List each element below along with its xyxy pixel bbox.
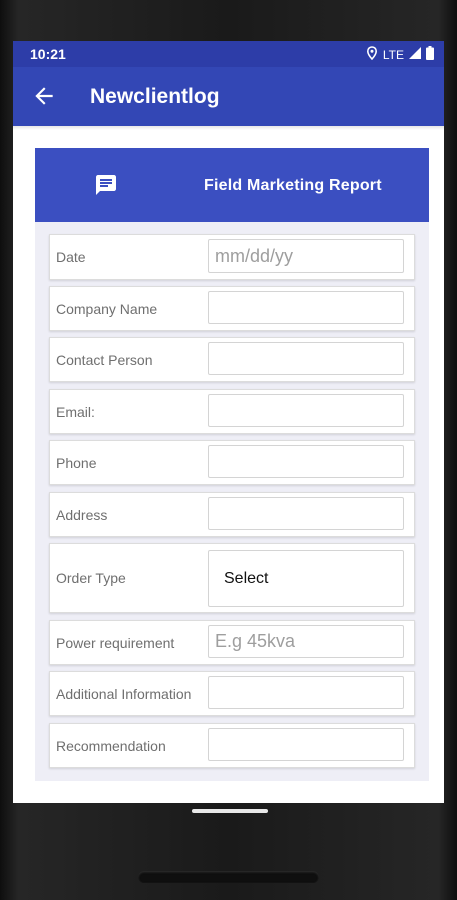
phone-input[interactable] xyxy=(208,445,404,478)
recommendation-label: Recommendation xyxy=(56,737,166,754)
status-time: 10:21 xyxy=(30,46,66,62)
date-input[interactable] xyxy=(208,239,404,273)
battery-icon xyxy=(426,46,434,63)
form-row-order-type: Order Type Select xyxy=(49,543,415,613)
form-row-power: Power requirement xyxy=(49,620,415,665)
phone-chin xyxy=(138,871,319,883)
status-bar: 10:21 LTE xyxy=(13,41,444,67)
phone-label: Phone xyxy=(56,454,97,471)
form-row-recommendation: Recommendation xyxy=(49,723,415,768)
report-card: Field Marketing Report Date Company Name… xyxy=(35,148,429,781)
company-name-input[interactable] xyxy=(208,291,404,324)
app-title: Newclientlog xyxy=(90,85,220,108)
form-row-company: Company Name xyxy=(49,286,415,331)
app-bar-shadow xyxy=(13,126,444,130)
card-header: Field Marketing Report xyxy=(35,148,429,222)
form-row-contact: Contact Person xyxy=(49,337,415,382)
company-name-label: Company Name xyxy=(56,300,158,317)
email-label: Email: xyxy=(56,403,95,420)
home-gesture-pill[interactable] xyxy=(192,809,268,813)
power-requirement-label: Power requirement xyxy=(56,634,175,651)
power-requirement-input[interactable] xyxy=(208,625,404,658)
form-row-address: Address xyxy=(49,492,415,537)
address-label: Address xyxy=(56,506,108,523)
recommendation-input[interactable] xyxy=(208,728,404,761)
contact-person-label: Contact Person xyxy=(56,351,153,368)
app-screen: 10:21 LTE Newclientlog Field Marketing R… xyxy=(13,41,444,803)
form-row-date: Date xyxy=(49,234,415,280)
order-type-selected-value: Select xyxy=(224,570,269,587)
additional-information-label: Additional Information xyxy=(56,685,192,702)
additional-information-input[interactable] xyxy=(208,676,404,709)
back-arrow-icon[interactable] xyxy=(31,83,57,109)
location-icon xyxy=(366,46,378,63)
chat-bubble-icon xyxy=(94,173,118,197)
contact-person-input[interactable] xyxy=(208,342,404,375)
form-row-email: Email: xyxy=(49,389,415,434)
date-label: Date xyxy=(56,249,86,265)
network-type: LTE xyxy=(382,47,404,62)
form-row-additional: Additional Information xyxy=(49,671,415,716)
address-input[interactable] xyxy=(208,497,404,530)
card-title: Field Marketing Report xyxy=(204,177,382,194)
signal-icon xyxy=(409,47,421,62)
order-type-label: Order Type xyxy=(56,570,126,586)
app-bar: Newclientlog xyxy=(13,67,444,126)
order-type-select[interactable]: Select xyxy=(208,550,404,607)
status-icons: LTE xyxy=(366,46,434,63)
email-input[interactable] xyxy=(208,394,404,427)
form-row-phone: Phone xyxy=(49,440,415,485)
